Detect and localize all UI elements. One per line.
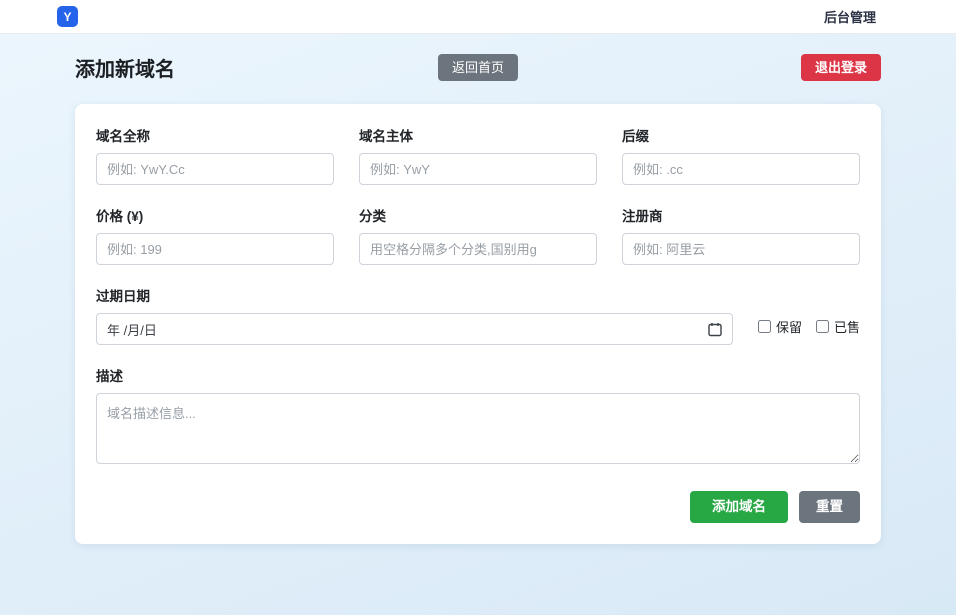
form-row-2: 价格 (¥) 分类 注册商: [96, 205, 860, 265]
expiry-date-input[interactable]: 年 /月/日: [96, 313, 733, 345]
expiry-date-label: 过期日期: [96, 285, 733, 305]
add-domain-form-card: 域名全称 域名主体 后缀 价格 (¥) 分类 注册商: [75, 104, 881, 544]
field-description: 描述: [96, 365, 860, 469]
description-textarea[interactable]: [96, 393, 860, 464]
form-actions-row: 添加域名 重置: [96, 491, 860, 523]
field-registrar: 注册商: [622, 205, 860, 265]
price-label: 价格 (¥): [96, 205, 334, 225]
sold-checkbox[interactable]: [816, 320, 829, 333]
field-price: 价格 (¥): [96, 205, 334, 265]
field-domain-full-name: 域名全称: [96, 125, 334, 185]
description-label: 描述: [96, 365, 860, 385]
top-header: Y 后台管理: [0, 0, 956, 34]
field-category: 分类: [359, 205, 597, 265]
sold-checkbox-label: 已售: [834, 317, 860, 336]
site-logo[interactable]: Y: [57, 6, 78, 27]
field-expiry-date: 过期日期 年 /月/日: [96, 285, 733, 345]
price-input[interactable]: [96, 233, 334, 265]
domain-body-input[interactable]: [359, 153, 597, 185]
reserved-checkbox-label: 保留: [776, 317, 802, 336]
domain-body-label: 域名主体: [359, 125, 597, 145]
registrar-input[interactable]: [622, 233, 860, 265]
category-label: 分类: [359, 205, 597, 225]
main-container: 添加新域名 返回首页 退出登录 域名全称 域名主体 后缀 价格 (: [75, 53, 881, 544]
admin-management-link[interactable]: 后台管理: [824, 7, 876, 26]
reset-button[interactable]: 重置: [799, 491, 860, 523]
title-right-area: 退出登录: [518, 54, 881, 81]
field-domain-body: 域名主体: [359, 125, 597, 185]
registrar-label: 注册商: [622, 205, 860, 225]
form-row-expiry: 过期日期 年 /月/日 保留: [96, 285, 860, 345]
title-left-area: 添加新域名: [75, 53, 438, 82]
checkbox-item-reserved[interactable]: 保留: [758, 317, 802, 336]
domain-full-name-input[interactable]: [96, 153, 334, 185]
form-row-1: 域名全称 域名主体 后缀: [96, 125, 860, 185]
domain-full-name-label: 域名全称: [96, 125, 334, 145]
suffix-input[interactable]: [622, 153, 860, 185]
calendar-icon[interactable]: [708, 322, 722, 337]
page-title: 添加新域名: [75, 53, 175, 82]
checkbox-item-sold[interactable]: 已售: [816, 317, 860, 336]
site-logo-letter: Y: [63, 10, 71, 24]
logout-button[interactable]: 退出登录: [801, 54, 881, 81]
status-checkbox-group: 保留 已售: [758, 295, 860, 336]
expiry-date-value: 年 /月/日: [107, 320, 157, 339]
reserved-checkbox[interactable]: [758, 320, 771, 333]
category-input[interactable]: [359, 233, 597, 265]
suffix-label: 后缀: [622, 125, 860, 145]
page-title-row: 添加新域名 返回首页 退出登录: [75, 53, 881, 82]
add-domain-button[interactable]: 添加域名: [690, 491, 788, 523]
back-home-button[interactable]: 返回首页: [438, 54, 518, 81]
field-suffix: 后缀: [622, 125, 860, 185]
